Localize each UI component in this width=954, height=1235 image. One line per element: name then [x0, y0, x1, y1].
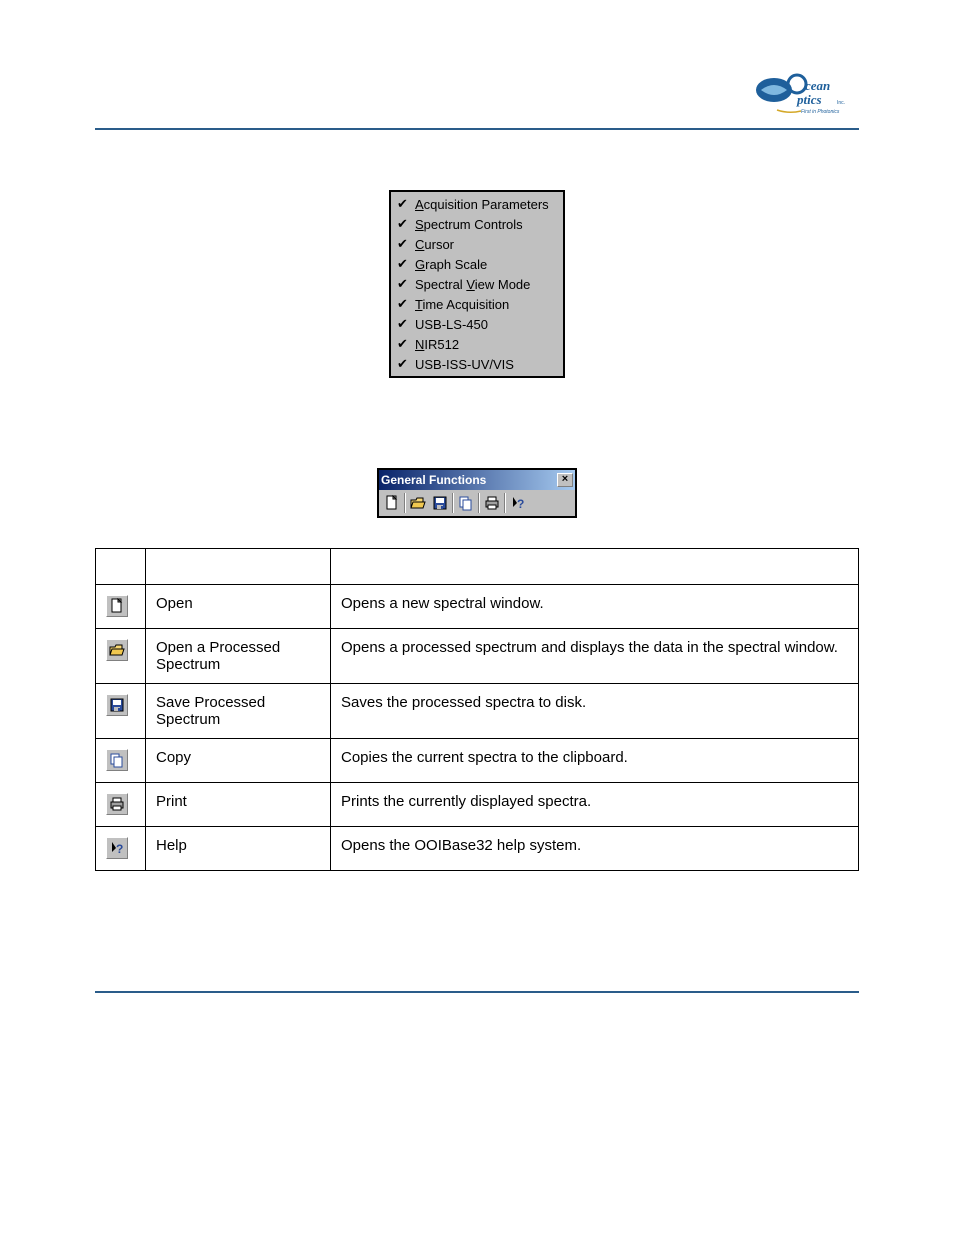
func-name: Save Processed Spectrum — [146, 684, 331, 739]
func-name: Open a Processed Spectrum — [146, 629, 331, 684]
table-row: Print Prints the currently displayed spe… — [96, 783, 859, 827]
menu-label: S — [415, 217, 424, 232]
checkmark-icon: ✔ — [397, 276, 409, 292]
open-icon[interactable] — [407, 492, 429, 514]
menu-item-cursor[interactable]: ✔ Cursor — [391, 234, 563, 254]
table-header-row — [96, 549, 859, 585]
save-icon — [106, 694, 128, 716]
copy-icon — [106, 749, 128, 771]
svg-text:?: ? — [517, 497, 524, 511]
toolbar-title-text: General Functions — [381, 473, 557, 487]
save-icon[interactable] — [429, 492, 451, 514]
svg-text:?: ? — [116, 842, 123, 856]
separator — [404, 493, 406, 513]
menu-item-spectrum-controls[interactable]: ✔ Spectrum Controls — [391, 214, 563, 234]
menu-item-nir512[interactable]: ✔ NIR512 — [391, 334, 563, 354]
toolbars-menu: ✔ Acquisition Parameters ✔ Spectrum Cont… — [389, 190, 565, 378]
logo-ocean-optics: cean ptics Inc. First in Photonics — [749, 70, 859, 120]
col-header-name — [146, 549, 331, 585]
menu-item-acquisition-parameters[interactable]: ✔ Acquisition Parameters — [391, 194, 563, 214]
col-header-icon — [96, 549, 146, 585]
table-row: Open Opens a new spectral window. — [96, 585, 859, 629]
menu-item-usb-ls-450[interactable]: ✔ USB-LS-450 — [391, 314, 563, 334]
table-row: Copy Copies the current spectra to the c… — [96, 739, 859, 783]
menu-label: N — [415, 337, 424, 352]
new-icon[interactable] — [381, 492, 403, 514]
help-icon: ? — [106, 837, 128, 859]
close-icon[interactable]: × — [557, 473, 573, 487]
func-name: Copy — [146, 739, 331, 783]
checkmark-icon: ✔ — [397, 296, 409, 312]
menu-item-graph-scale[interactable]: ✔ Graph Scale — [391, 254, 563, 274]
svg-text:First in Photonics: First in Photonics — [801, 109, 840, 115]
func-desc: Saves the processed spectra to disk. — [331, 684, 859, 739]
func-desc: Copies the current spectra to the clipbo… — [331, 739, 859, 783]
print-icon — [106, 793, 128, 815]
menu-label: C — [415, 237, 424, 252]
table-row: Open a Processed Spectrum Opens a proces… — [96, 629, 859, 684]
menu-label: USB-LS-450 — [415, 317, 488, 332]
separator — [478, 493, 480, 513]
table-row: ? Help Opens the OOIBase32 help system. — [96, 827, 859, 871]
func-desc: Opens a new spectral window. — [331, 585, 859, 629]
col-header-desc — [331, 549, 859, 585]
checkmark-icon: ✔ — [397, 236, 409, 252]
open-icon — [106, 639, 128, 661]
checkmark-icon: ✔ — [397, 356, 409, 372]
separator — [504, 493, 506, 513]
footer-rule — [95, 991, 859, 1021]
func-name: Help — [146, 827, 331, 871]
copy-icon[interactable] — [455, 492, 477, 514]
general-functions-toolbar: General Functions × ? — [377, 468, 577, 518]
toolbar-titlebar: General Functions × — [379, 470, 575, 490]
menu-item-time-acquisition[interactable]: ✔ Time Acquisition — [391, 294, 563, 314]
func-desc: Prints the currently displayed spectra. — [331, 783, 859, 827]
new-icon — [106, 595, 128, 617]
print-icon[interactable] — [481, 492, 503, 514]
checkmark-icon: ✔ — [397, 196, 409, 212]
table-row: Save Processed Spectrum Saves the proces… — [96, 684, 859, 739]
func-desc: Opens a processed spectrum and displays … — [331, 629, 859, 684]
menu-label: USB-ISS-UV/VIS — [415, 357, 514, 372]
menu-label: G — [415, 257, 425, 272]
func-desc: Opens the OOIBase32 help system. — [331, 827, 859, 871]
menu-label: A — [415, 197, 424, 212]
checkmark-icon: ✔ — [397, 336, 409, 352]
func-name: Open — [146, 585, 331, 629]
menu-item-spectral-view-mode[interactable]: ✔ Spectral View Mode — [391, 274, 563, 294]
svg-text:cean: cean — [805, 78, 830, 93]
separator — [452, 493, 454, 513]
checkmark-icon: ✔ — [397, 216, 409, 232]
svg-text:ptics: ptics — [796, 92, 822, 107]
general-functions-table: Open Opens a new spectral window. Open a… — [95, 548, 859, 871]
checkmark-icon: ✔ — [397, 256, 409, 272]
header: cean ptics Inc. First in Photonics — [95, 70, 859, 130]
menu-item-usb-iss-uv-vis[interactable]: ✔ USB-ISS-UV/VIS — [391, 354, 563, 374]
menu-label: Spectral View Mode — [415, 277, 530, 292]
svg-text:Inc.: Inc. — [837, 100, 845, 106]
checkmark-icon: ✔ — [397, 316, 409, 332]
func-name: Print — [146, 783, 331, 827]
help-icon[interactable]: ? — [507, 492, 529, 514]
